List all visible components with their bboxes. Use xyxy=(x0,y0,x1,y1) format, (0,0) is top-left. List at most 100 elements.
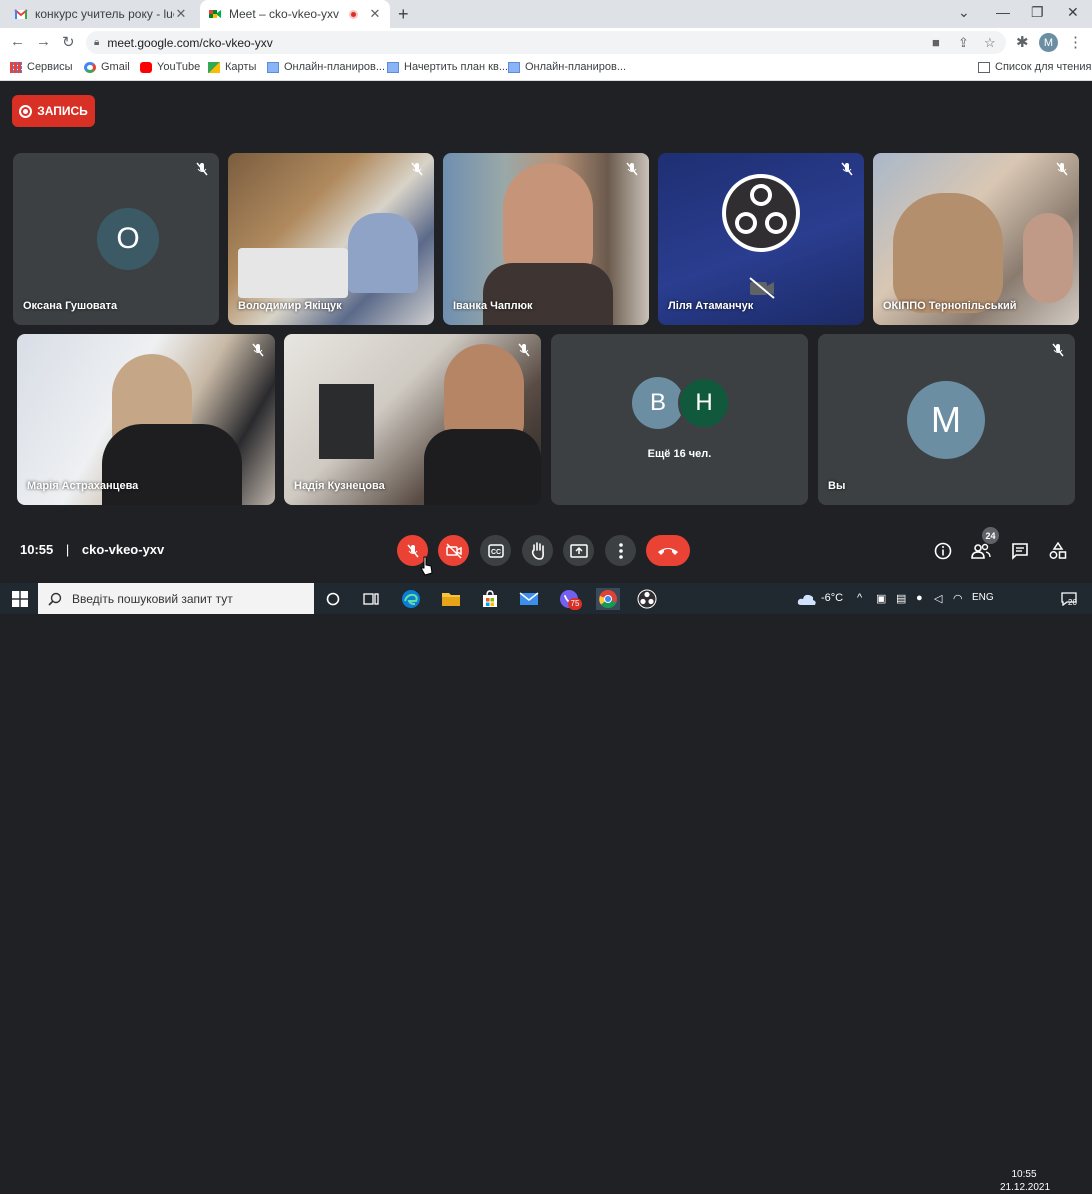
tray-mic-icon[interactable]: ● xyxy=(916,592,923,604)
mail-icon[interactable] xyxy=(518,588,540,610)
windows-start-icon[interactable] xyxy=(9,588,31,610)
bookmark-maps[interactable]: Карты xyxy=(208,61,256,73)
mic-off-icon xyxy=(626,162,638,176)
share-icon[interactable]: ⇪ xyxy=(958,35,969,51)
show-hidden-icons[interactable]: ^ xyxy=(857,592,862,604)
lock-icon[interactable]: 🔒︎ xyxy=(94,37,99,48)
restore-button[interactable]: ❐ xyxy=(1031,4,1044,21)
tray-network-icon[interactable]: ▤ xyxy=(896,592,906,605)
tray-meet-present-icon[interactable]: ▣ xyxy=(876,592,886,605)
mic-off-icon xyxy=(196,162,208,176)
notifications-count: 20 xyxy=(1068,598,1077,607)
avatar: О xyxy=(97,208,159,270)
bookmark-label: Сервисы xyxy=(27,61,73,73)
bookmark-apps[interactable]: Сервисы xyxy=(10,61,73,73)
video-feed xyxy=(319,384,374,459)
recording-button[interactable]: ЗАПИСЬ xyxy=(12,95,95,127)
tray-wifi-icon[interactable]: ◠ xyxy=(953,592,963,605)
bookmark-star-icon[interactable]: ☆ xyxy=(984,35,996,51)
reading-list[interactable]: Список для чтения xyxy=(978,61,1091,73)
youtube-icon xyxy=(140,61,152,73)
mic-off-icon xyxy=(1056,162,1068,176)
close-tab-icon[interactable]: ✕ xyxy=(368,6,382,22)
self-tile[interactable]: M Вы xyxy=(818,334,1075,505)
participant-name: Іванка Чаплюк xyxy=(453,300,533,312)
activities-button[interactable] xyxy=(1047,540,1069,562)
obs-icon[interactable] xyxy=(636,588,658,610)
clock-time: 10:55 xyxy=(1011,1169,1037,1180)
participant-tile[interactable]: Іванка Чаплюк xyxy=(443,153,649,325)
participant-tile[interactable]: ОКІППО Тернопільський xyxy=(873,153,1079,325)
mic-off-icon xyxy=(518,343,530,357)
raise-hand-button[interactable] xyxy=(522,535,553,566)
google-icon xyxy=(84,61,96,73)
new-tab-button[interactable]: + xyxy=(398,4,409,25)
reload-icon[interactable]: ↻ xyxy=(62,33,75,51)
edge-icon[interactable] xyxy=(400,588,422,610)
camera-icon[interactable]: ■ xyxy=(932,35,940,50)
bookmark-gmail[interactable]: Gmail xyxy=(84,61,130,73)
task-view-icon[interactable] xyxy=(360,588,382,610)
bookmark-label: Начертить план кв... xyxy=(404,61,509,73)
participant-tile[interactable]: Надія Кузнецова xyxy=(284,334,541,505)
bookmarks-bar: Сервисы Gmail YouTube Карты Онлайн-плани… xyxy=(0,56,1092,81)
participant-tile[interactable]: Ліля Атаманчук xyxy=(658,153,864,325)
avatar: H xyxy=(678,377,730,429)
captions-button[interactable]: CC xyxy=(480,535,511,566)
tray-volume-icon[interactable]: ◁ xyxy=(934,592,942,605)
svg-text:CC: CC xyxy=(490,549,500,556)
more-options-button[interactable] xyxy=(605,535,636,566)
chat-icon xyxy=(1012,543,1028,560)
participant-name: Марія Астраханцева xyxy=(27,480,139,492)
tab-title: конкурс учитель року - luchynm xyxy=(35,7,174,21)
info-icon xyxy=(934,542,952,560)
back-icon[interactable]: ← xyxy=(10,33,25,50)
tab-search-icon[interactable]: ⌄ xyxy=(958,4,970,21)
participant-tile[interactable]: О Оксана Гушовата xyxy=(13,153,219,325)
maps-icon xyxy=(208,61,220,73)
forward-icon[interactable]: → xyxy=(36,33,51,50)
more-participants-tile[interactable]: B H Ещё 16 чел. xyxy=(551,334,808,505)
cortana-icon[interactable] xyxy=(322,588,344,610)
store-icon[interactable] xyxy=(479,588,501,610)
reading-list-label: Список для чтения xyxy=(995,61,1092,73)
bookmark-planner-2[interactable]: Онлайн-планиров... xyxy=(508,61,626,73)
present-button[interactable] xyxy=(563,535,594,566)
clock-date: 21.12.2021 xyxy=(1000,1182,1051,1193)
menu-icon[interactable]: ⋮ xyxy=(1068,33,1083,51)
taskbar-search-input[interactable]: Введіть пошуковий запит тут xyxy=(38,583,314,614)
participant-tile[interactable]: Марія Астраханцева xyxy=(17,334,275,505)
meeting-details-button[interactable] xyxy=(932,540,954,562)
camera-off-icon xyxy=(445,542,462,559)
url-text: meet.google.com/cko-vkeo-yxv xyxy=(107,35,273,50)
chrome-icon[interactable] xyxy=(596,588,620,610)
recording-indicator-icon xyxy=(349,9,358,19)
close-tab-icon[interactable]: ✕ xyxy=(174,6,188,22)
extensions-icon[interactable]: ✱ xyxy=(1016,33,1029,51)
bookmark-planner-1[interactable]: Онлайн-планиров... xyxy=(267,61,385,73)
search-icon xyxy=(48,592,62,606)
participant-tile[interactable]: Володимир Якіщук xyxy=(228,153,434,325)
search-placeholder: Введіть пошуковий запит тут xyxy=(72,591,233,606)
mic-off-icon xyxy=(406,544,419,557)
more-participants-label: Ещё 16 чел. xyxy=(647,448,712,460)
close-window-button[interactable]: ✕ xyxy=(1067,4,1079,21)
leave-call-button[interactable] xyxy=(646,535,690,566)
divider: | xyxy=(65,542,70,557)
gmail-icon xyxy=(14,9,28,19)
file-explorer-icon[interactable] xyxy=(440,588,462,610)
input-language[interactable]: ENG xyxy=(972,592,994,603)
chat-button[interactable] xyxy=(1009,540,1031,562)
obs-logo-icon xyxy=(722,174,800,252)
camera-toggle-button[interactable] xyxy=(438,535,469,566)
clock[interactable]: 10:55 21.12.2021 xyxy=(1000,1168,1051,1194)
minimize-button[interactable]: — xyxy=(996,4,1010,20)
bookmark-youtube[interactable]: YouTube xyxy=(140,61,200,73)
camera-off-icon xyxy=(749,277,775,299)
profile-avatar[interactable]: M xyxy=(1039,33,1058,52)
url-input[interactable]: 🔒︎ meet.google.com/cko-vkeo-yxv ■ ⇪ ☆ xyxy=(86,31,1006,54)
weather-icon[interactable] xyxy=(796,588,818,610)
bookmark-plan[interactable]: Начертить план кв... xyxy=(387,61,508,73)
tab-meet[interactable]: Meet – cko-vkeo-yxv ✕ xyxy=(200,0,390,28)
tab-gmail[interactable]: конкурс учитель року - luchynm ✕ xyxy=(6,0,196,28)
